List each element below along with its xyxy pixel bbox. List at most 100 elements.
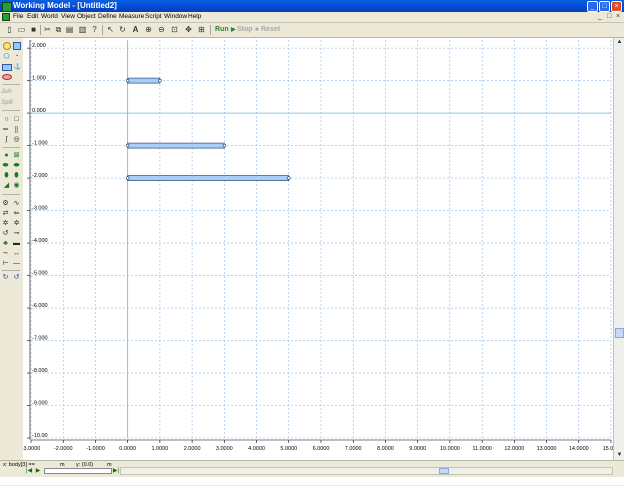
- body-endpoint-handle[interactable]: [222, 143, 227, 148]
- body-medium[interactable]: [127, 142, 225, 149]
- workspace-canvas[interactable]: -3.0000 -2.0000 -1.0000 0.0000 1.0000 2.0000 3…: [23, 38, 613, 460]
- run-button[interactable]: Run: [215, 25, 229, 35]
- body-endpoint-handle[interactable]: [287, 176, 291, 180]
- gear-icon[interactable]: ⚙: [2, 200, 9, 207]
- zoom-in-icon[interactable]: ⊕: [144, 25, 153, 34]
- tangent-icon[interactable]: ▬: [13, 240, 20, 247]
- ellipse-icon[interactable]: [2, 74, 12, 80]
- mdi-close-icon[interactable]: ×: [616, 13, 620, 21]
- arrow-select-icon[interactable]: ↖: [106, 25, 115, 34]
- body-endpoint-handle[interactable]: [125, 143, 130, 148]
- menu-view[interactable]: View: [61, 13, 75, 21]
- vertical-scrollbar[interactable]: ▲ ▼: [613, 38, 624, 460]
- torque-icon[interactable]: ✲: [2, 220, 9, 227]
- menu-window[interactable]: Window: [164, 13, 187, 21]
- mdi-minimize-icon[interactable]: _: [598, 13, 602, 21]
- frame-start-icon[interactable]: |◀: [25, 468, 33, 475]
- rod-icon[interactable]: ⇄: [2, 210, 9, 217]
- x-tick-label: 3.0000: [216, 446, 233, 452]
- stop-button[interactable]: Stop: [237, 25, 253, 35]
- paste-icon[interactable]: ▤: [65, 25, 74, 34]
- new-file-icon[interactable]: ▯: [5, 25, 14, 34]
- menu-measure[interactable]: Measure: [119, 13, 144, 21]
- frame-end-icon[interactable]: ▶|: [112, 468, 120, 475]
- maximize-icon[interactable]: □: [599, 1, 610, 12]
- x-tick-label: 13.0000: [537, 446, 557, 452]
- cut-icon[interactable]: ✂: [43, 25, 52, 34]
- anchor-icon[interactable]: ⊞: [197, 25, 206, 34]
- square-icon[interactable]: [13, 42, 21, 50]
- open-folder-icon[interactable]: ▭: [17, 25, 26, 34]
- menu-edit[interactable]: Edit: [27, 13, 38, 21]
- curve-slot-icon[interactable]: ∫: [3, 136, 10, 143]
- damper-icon[interactable]: ⬮: [13, 172, 20, 179]
- polygon-icon[interactable]: ⬠: [3, 53, 10, 60]
- desktop-strip: [0, 477, 624, 485]
- rotate-cw-icon[interactable]: ↻: [2, 274, 9, 281]
- menu-help[interactable]: Help: [188, 13, 201, 21]
- text-tool-icon[interactable]: A: [131, 25, 140, 34]
- print-icon[interactable]: ▥: [78, 25, 87, 34]
- rotate-ccw-icon[interactable]: ↺: [13, 274, 20, 281]
- close-icon[interactable]: ×: [611, 1, 622, 12]
- pin-joint-icon[interactable]: ●: [3, 152, 10, 159]
- help-pointer-icon[interactable]: ?: [90, 25, 99, 34]
- minimize-icon[interactable]: _: [587, 1, 598, 12]
- frame-play-icon[interactable]: ▶: [34, 468, 42, 475]
- pulley-icon[interactable]: ◉: [13, 182, 20, 189]
- menu-define[interactable]: Define: [98, 13, 117, 21]
- force-icon[interactable]: ⇐: [13, 210, 20, 217]
- slot-horizontal-icon[interactable]: ═: [2, 126, 9, 133]
- slot-vertical-icon[interactable]: ║: [13, 126, 20, 133]
- save-icon[interactable]: ■: [29, 25, 38, 34]
- rectangle-icon[interactable]: [2, 64, 12, 71]
- rotate-icon[interactable]: ↻: [118, 25, 127, 34]
- point-icon[interactable]: ○: [3, 116, 10, 123]
- horizontal-scrollbar[interactable]: [120, 467, 613, 475]
- motor-icon[interactable]: ⬬: [13, 162, 20, 169]
- linear-spring-icon[interactable]: ↺: [2, 230, 9, 237]
- rotational-spring-icon[interactable]: ⊸: [13, 230, 20, 237]
- rope-tool-icon[interactable]: ↔: [13, 250, 20, 257]
- rigid-joint-icon[interactable]: ⊠: [13, 152, 20, 159]
- pan-icon[interactable]: ✥: [184, 25, 193, 34]
- menu-object[interactable]: Object: [77, 13, 96, 21]
- body-endpoint-handle[interactable]: [125, 176, 130, 180]
- constraint-icon[interactable]: ⊢: [2, 260, 9, 267]
- anchor-tool-icon[interactable]: ⚓: [13, 63, 20, 70]
- key-icon[interactable]: ♣: [2, 240, 9, 247]
- curved-body-icon[interactable]: ◔: [13, 53, 20, 60]
- actuator-icon[interactable]: ⬬: [2, 162, 9, 169]
- separator-icon[interactable]: ∿: [13, 200, 20, 207]
- mdi-restore-icon[interactable]: □: [607, 13, 611, 21]
- menu-file[interactable]: File: [13, 13, 23, 21]
- body-endpoint-handle[interactable]: [158, 78, 162, 83]
- curve-icon[interactable]: ∼: [2, 250, 9, 257]
- body-endpoint-handle[interactable]: [125, 78, 130, 83]
- body-long[interactable]: [127, 175, 290, 181]
- line-icon[interactable]: —: [13, 260, 20, 267]
- reset-button[interactable]: Reset: [261, 25, 280, 35]
- zoom-fit-icon[interactable]: ⊡: [170, 25, 179, 34]
- horizontal-scroll-thumb[interactable]: [439, 468, 449, 474]
- copy-icon[interactable]: ⧉: [54, 25, 63, 34]
- rope-icon[interactable]: ◢: [3, 182, 10, 189]
- document-icon[interactable]: [2, 13, 10, 21]
- body-short[interactable]: [127, 77, 161, 84]
- circle-icon[interactable]: [3, 42, 11, 50]
- zoom-out-icon[interactable]: ⊖: [157, 25, 166, 34]
- menu-script[interactable]: Script: [145, 13, 162, 21]
- closed-curve-slot-icon[interactable]: ◎: [13, 136, 20, 143]
- x-tick-label: 0.0000: [119, 446, 136, 452]
- workspace-grid[interactable]: -3.0000 -2.0000 -1.0000 0.0000 1.0000 2.0000 3…: [23, 38, 613, 460]
- elastic-icon[interactable]: ✲: [13, 220, 20, 227]
- split-button[interactable]: Split: [1, 99, 13, 107]
- vertical-scroll-thumb[interactable]: [615, 328, 624, 338]
- square-point-icon[interactable]: □: [13, 116, 20, 123]
- frame-slider[interactable]: [44, 468, 112, 474]
- scroll-down-icon[interactable]: ▼: [615, 451, 624, 459]
- join-button[interactable]: Join: [1, 88, 12, 96]
- menu-world[interactable]: World: [41, 13, 58, 21]
- scroll-up-icon[interactable]: ▲: [615, 38, 624, 46]
- spring-icon[interactable]: ⬮: [3, 172, 10, 179]
